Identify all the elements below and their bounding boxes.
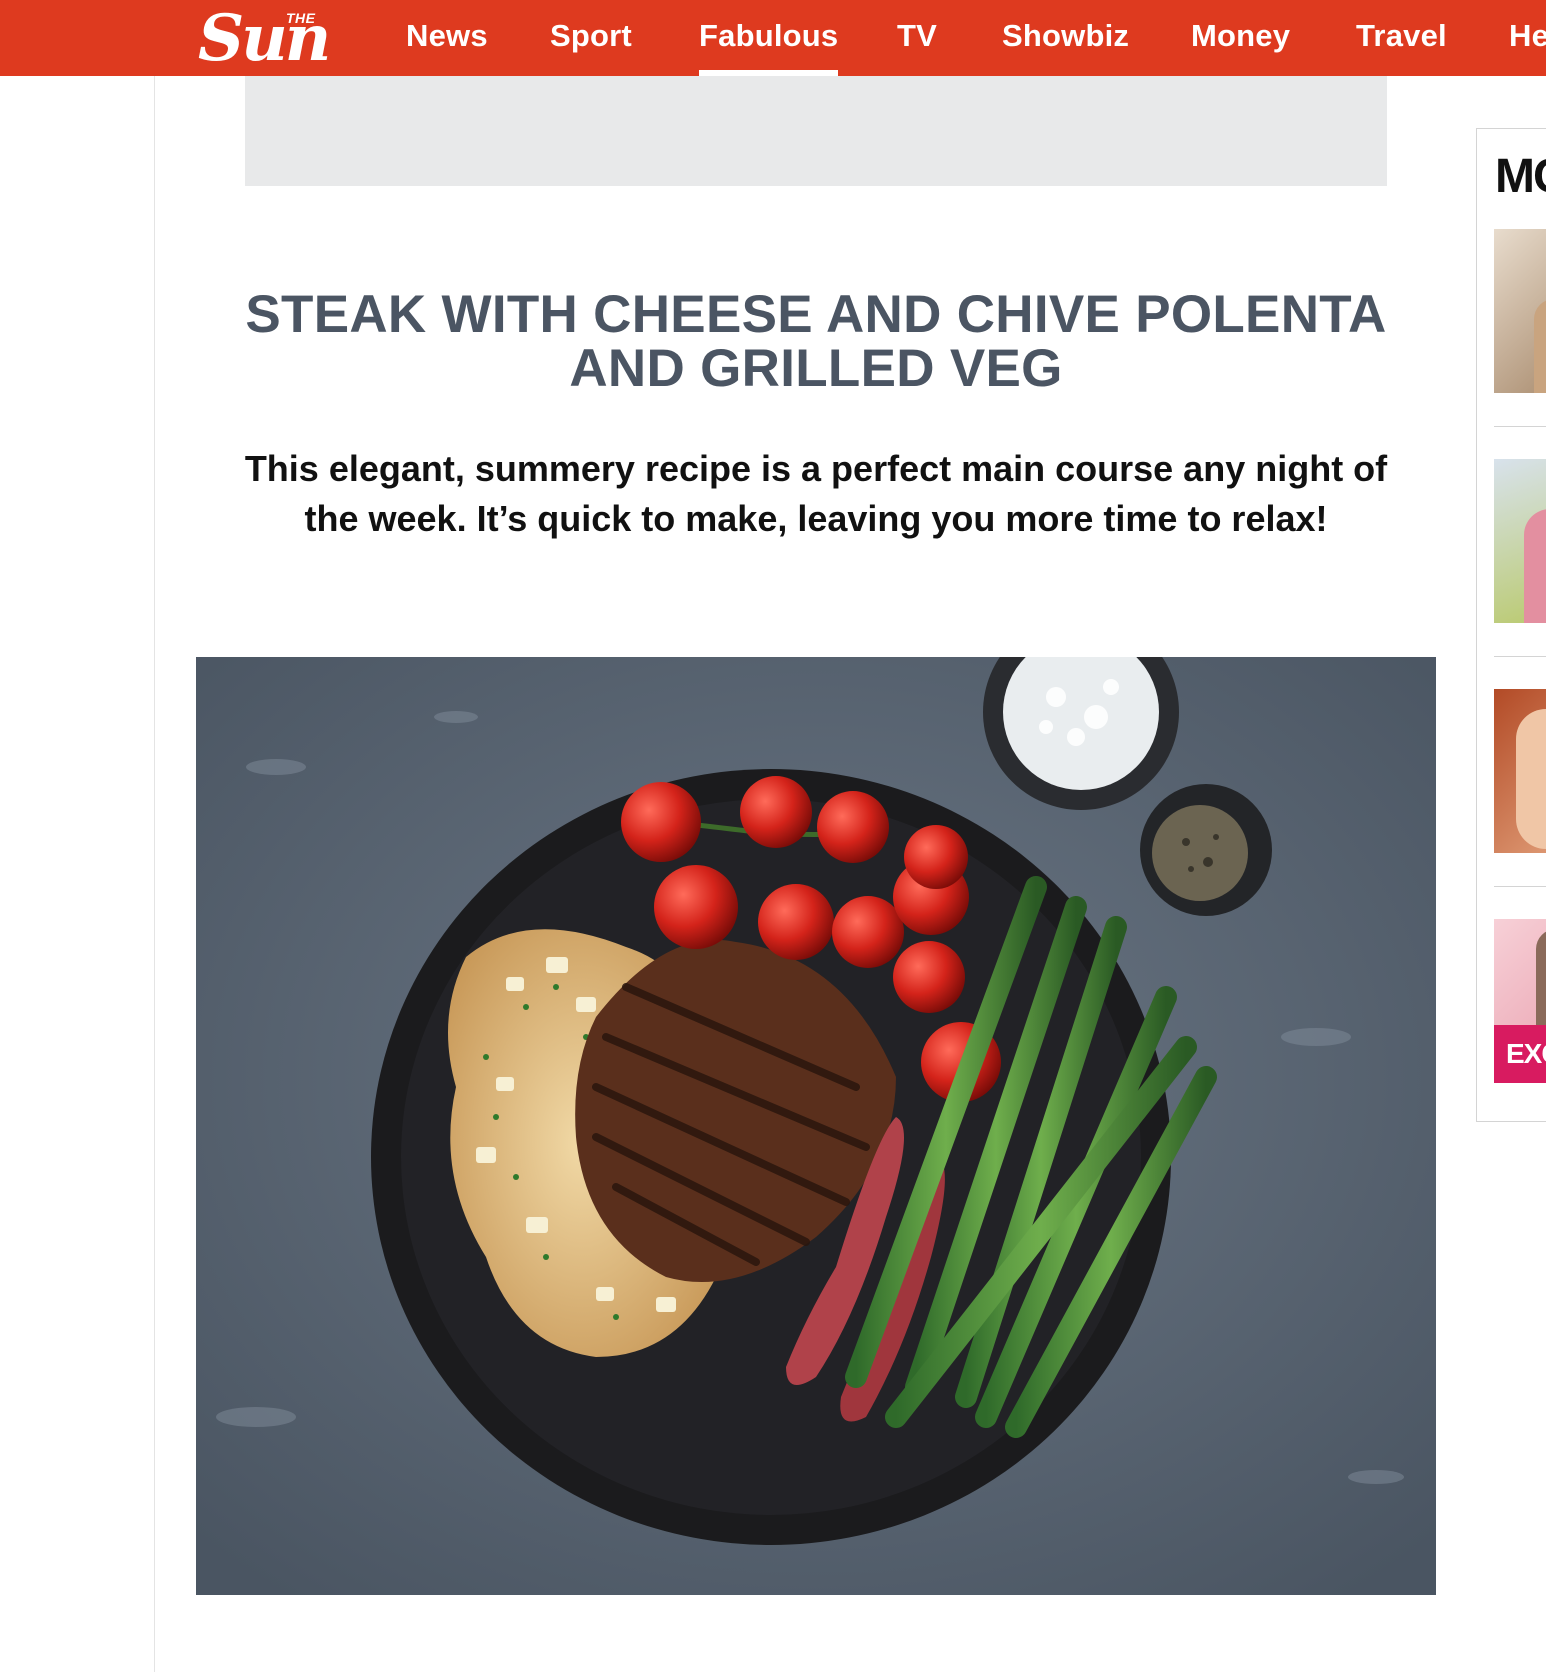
rail-thumb-3[interactable] (1494, 689, 1546, 853)
logo-the: THE (286, 10, 316, 26)
nav-showbiz[interactable]: Showbiz (1002, 0, 1129, 76)
rail-thumb-1[interactable] (1494, 229, 1546, 393)
article-standfirst: This elegant, summery recipe is a perfec… (244, 448, 1388, 539)
nav-health[interactable]: He (1509, 0, 1546, 76)
person-photo-icon (1534, 299, 1546, 393)
ad-placeholder (245, 76, 1387, 186)
article-headline: STEAK WITH CHEESE AND CHIVE POLENTA AND … (245, 285, 1387, 398)
person-photo-icon (1536, 929, 1546, 1025)
most-read-rail: MC EXC (1476, 128, 1546, 1122)
rail-divider (1494, 656, 1546, 657)
sun-logo[interactable]: Sun THE (198, 6, 372, 72)
rail-divider (1494, 426, 1546, 427)
rail-divider (1494, 886, 1546, 887)
column-divider (154, 76, 155, 1672)
steak-plate-illustration (196, 657, 1436, 1595)
person-photo-icon (1516, 709, 1546, 849)
exclusive-badge: EXC (1494, 1025, 1546, 1083)
top-nav: Sun THE News Sport Fabulous TV Showbiz M… (0, 0, 1546, 76)
person-photo-icon (1524, 509, 1546, 623)
nav-tv[interactable]: TV (897, 0, 937, 76)
nav-news[interactable]: News (406, 0, 488, 76)
nav-fabulous[interactable]: Fabulous (699, 0, 839, 76)
nav-sport[interactable]: Sport (550, 0, 632, 76)
nav-travel[interactable]: Travel (1356, 0, 1447, 76)
nav-money[interactable]: Money (1191, 0, 1290, 76)
hero-image (196, 657, 1436, 1595)
rail-title: MC (1495, 150, 1546, 203)
rail-thumb-4[interactable]: EXC (1494, 919, 1546, 1083)
rail-thumb-2[interactable] (1494, 459, 1546, 623)
